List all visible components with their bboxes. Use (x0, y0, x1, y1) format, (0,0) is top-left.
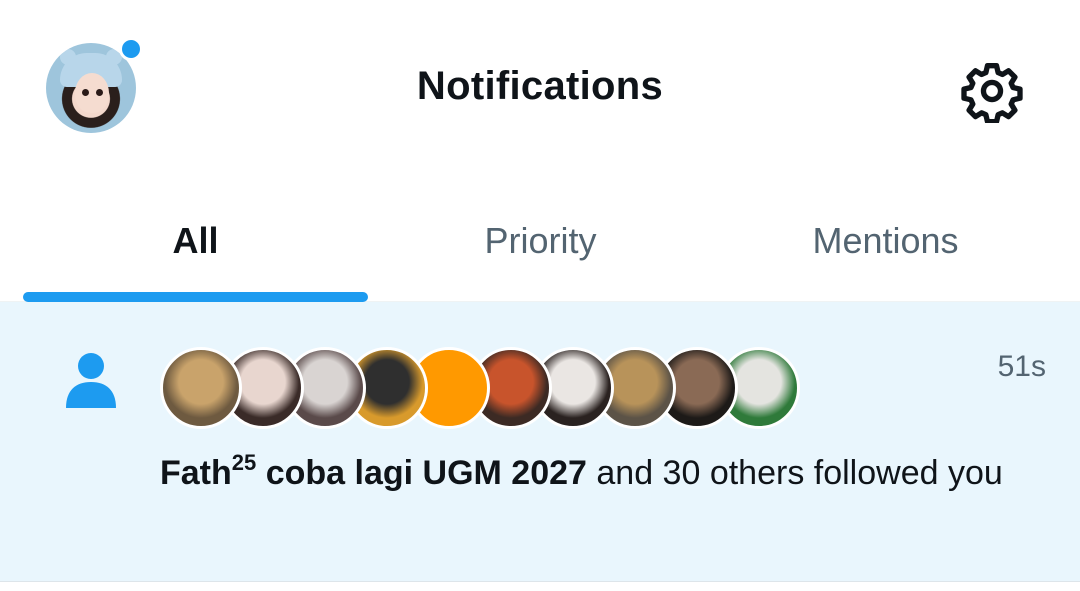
unread-badge (119, 37, 143, 61)
gear-icon (961, 63, 1023, 125)
cat-avatar[interactable] (160, 347, 242, 429)
follow-notification[interactable]: 51s Fath25 coba lagi UGM 2027 and 30 oth… (0, 302, 1080, 581)
header: Notifications (0, 0, 1080, 180)
actor-name-rest: coba lagi UGM 2027 (256, 454, 587, 492)
settings-button[interactable] (960, 59, 1024, 125)
tab-all[interactable]: All (23, 180, 368, 302)
active-tab-indicator (23, 292, 368, 302)
tab-priority[interactable]: Priority (368, 180, 713, 302)
person-icon (66, 353, 116, 408)
notification-text: Fath25 coba lagi UGM 2027 and 30 others … (160, 450, 1050, 496)
actor-name-text: Fath (160, 454, 232, 492)
actor-name[interactable]: Fath25 coba lagi UGM 2027 (160, 452, 587, 493)
actor-name-superscript: 25 (231, 450, 257, 475)
notifications-page: Notifications All Priority Mentions 51s … (0, 0, 1080, 591)
page-title: Notifications (416, 64, 664, 108)
follower-avatars (160, 347, 800, 437)
tab-bar: All Priority Mentions (0, 180, 1080, 302)
timestamp: 51s (997, 350, 1046, 383)
tab-mentions[interactable]: Mentions (713, 180, 1058, 302)
notification-message: and 30 others followed you (586, 454, 1003, 492)
avatar-hood-ear (60, 49, 76, 65)
notification-divider (0, 581, 1080, 582)
